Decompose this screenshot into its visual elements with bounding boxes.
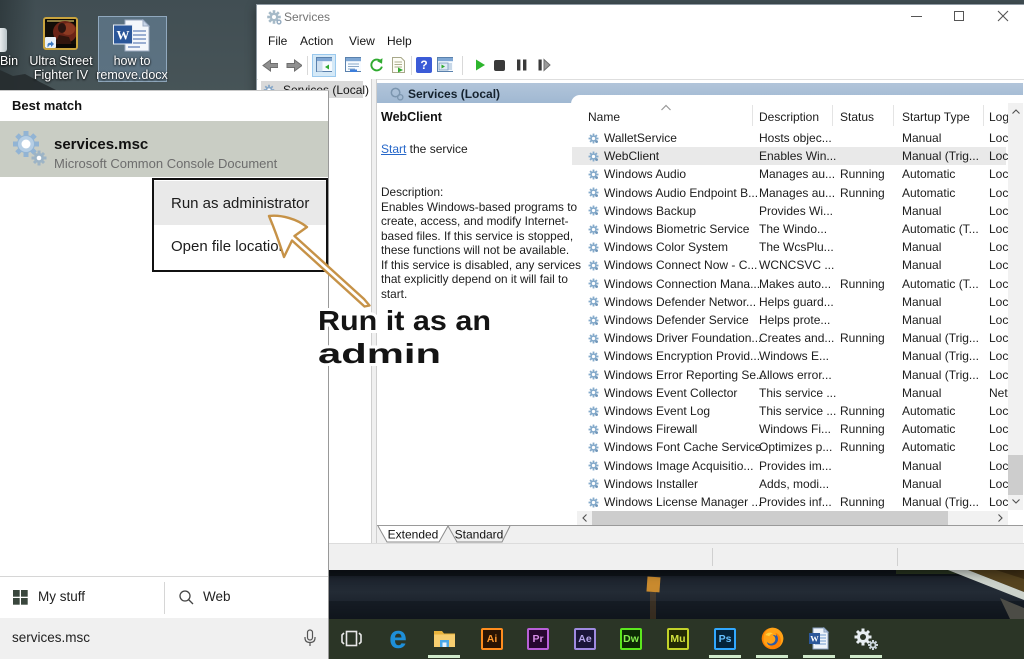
svg-text:Extended: Extended — [388, 528, 439, 542]
svg-text:Run it as an: Run it as an — [318, 305, 491, 336]
svg-text:admin: admin — [318, 338, 441, 369]
svg-text:e: e — [389, 623, 407, 653]
svg-text:W: W — [810, 634, 819, 644]
svg-text:W: W — [117, 28, 130, 43]
svg-text:Standard: Standard — [455, 528, 504, 542]
